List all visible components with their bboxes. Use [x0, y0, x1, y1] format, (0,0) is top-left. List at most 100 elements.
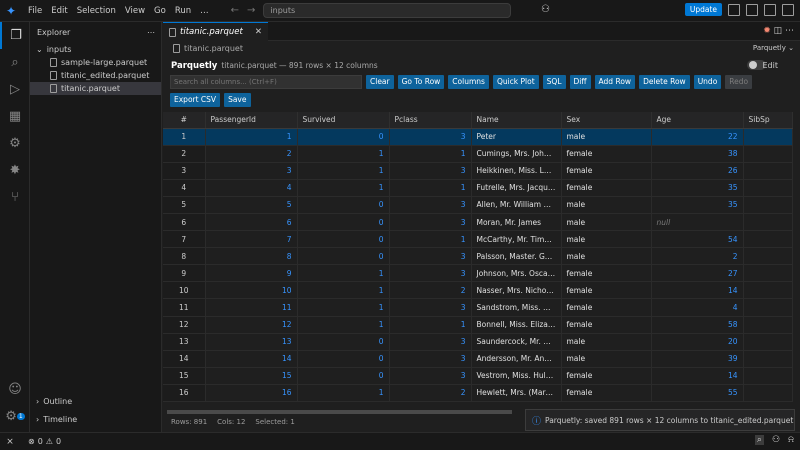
table-row[interactable]: 141403Andersson, Mr. Anders J...male39	[163, 350, 793, 368]
table-cell[interactable]: 3	[389, 128, 472, 146]
table-cell[interactable]: male	[561, 196, 652, 214]
table-row[interactable]: 4411Futrelle, Mrs. Jacques H...female35	[163, 179, 793, 197]
table-cell[interactable]: male	[561, 213, 652, 232]
clear-button[interactable]: Clear	[366, 75, 394, 89]
column-header[interactable]: SibSp	[743, 112, 793, 129]
breadcrumb-file[interactable]: titanic.parquet	[184, 44, 243, 53]
menu-selection[interactable]: Selection	[77, 6, 116, 16]
table-cell[interactable]: male	[561, 333, 652, 351]
table-cell[interactable]: female	[561, 316, 652, 334]
table-row[interactable]: 2211Cumings, Mrs. John Bra...female38	[163, 145, 793, 163]
menu-go[interactable]: Go	[154, 6, 166, 16]
table-row[interactable]: 111113Sandstrom, Miss. Margu...female4	[163, 298, 793, 317]
table-cell[interactable]: 3	[389, 162, 472, 180]
table-cell[interactable]	[743, 145, 793, 163]
table-cell[interactable]: 1	[297, 316, 390, 334]
table-cell[interactable]: Johnson, Mrs. Oscar W (...	[471, 264, 562, 283]
table-cell[interactable]: 38	[651, 145, 744, 163]
table-row[interactable]: 1 1 0 3 Peter male 22	[163, 128, 793, 146]
table-cell[interactable]	[743, 179, 793, 197]
table-cell[interactable]: Cumings, Mrs. John Bra...	[471, 145, 562, 163]
table-row[interactable]: 9913Johnson, Mrs. Oscar W (...female27	[163, 264, 793, 283]
toggle-secondary-sidebar-icon[interactable]	[764, 3, 776, 16]
table-row[interactable]: 5 5 0 3 Allen, Mr. William Henry male 35	[163, 196, 793, 214]
table-cell[interactable]: 4	[205, 179, 298, 197]
row-index-cell[interactable]: 6	[163, 213, 206, 232]
table-cell[interactable]: 3	[389, 213, 472, 232]
table-cell[interactable]: female	[561, 179, 652, 197]
table-cell[interactable]: 22	[651, 128, 744, 146]
menu-view[interactable]: View	[125, 6, 145, 16]
table-cell[interactable]: female	[561, 264, 652, 283]
table-cell[interactable]	[743, 230, 793, 249]
table-cell[interactable]: female	[561, 145, 652, 163]
table-cell[interactable]: Nasser, Mrs. Nicholas (A...	[471, 281, 562, 300]
run-debug-icon[interactable]: ▷	[0, 76, 30, 103]
table-row[interactable]: 15 15 0 3 Vestrom, Miss. Hulda A... female 14	[163, 367, 793, 385]
table-cell[interactable]	[743, 264, 793, 283]
columns-button[interactable]: Columns	[448, 75, 489, 89]
table-row[interactable]: 131303Saundercock, Mr. Willia...male20	[163, 333, 793, 351]
table-cell[interactable]: 2	[205, 145, 298, 163]
table-cell[interactable]: 2	[389, 384, 472, 403]
remote-icon[interactable]: ⨯	[0, 437, 20, 447]
table-cell[interactable]	[743, 350, 793, 368]
table-cell[interactable]: Sandstrom, Miss. Margu...	[471, 298, 562, 317]
redo-button[interactable]: Redo	[725, 75, 753, 89]
table-cell[interactable]	[743, 247, 793, 266]
scrollbar-thumb[interactable]	[167, 410, 512, 414]
table-cell[interactable]: 58	[651, 316, 744, 334]
menu-edit[interactable]: Edit	[51, 6, 67, 16]
table-cell[interactable]: 8	[205, 247, 298, 266]
table-cell[interactable]: 3	[389, 367, 472, 385]
table-cell[interactable]: 12	[205, 316, 298, 334]
table-cell[interactable]: female	[561, 384, 652, 403]
toggle-panel-icon[interactable]	[746, 3, 758, 16]
zoom-icon[interactable]: ⌕	[754, 435, 764, 445]
table-row[interactable]: 3 3 1 3 Heikkinen, Miss. Laina female 26	[163, 162, 793, 180]
table-cell[interactable]: 10	[205, 281, 298, 300]
table-cell[interactable]: 1	[389, 230, 472, 249]
table-cell[interactable]: 0	[297, 213, 390, 232]
quick-plot-button[interactable]: Quick Plot	[492, 75, 539, 89]
table-cell[interactable]: Vestrom, Miss. Hulda A...	[471, 367, 562, 385]
table-cell[interactable]: male	[561, 230, 652, 249]
copilot-status-icon[interactable]: ⚇	[772, 435, 780, 445]
table-cell[interactable]: female	[561, 162, 652, 180]
account-icon[interactable]: ☺	[0, 376, 30, 403]
customize-layout-icon[interactable]	[782, 3, 794, 16]
table-cell[interactable]: 0	[297, 350, 390, 368]
table-cell[interactable]: 2	[651, 247, 744, 266]
table-cell[interactable]: 35	[651, 179, 744, 197]
bell-icon[interactable]: ⍾	[788, 435, 794, 445]
table-cell[interactable]: Moran, Mr. James	[471, 213, 562, 232]
column-header[interactable]: Pclass	[389, 112, 472, 129]
table-row[interactable]: 161612Hewlett, Mrs. (Mary D Ki...female5…	[163, 384, 793, 403]
row-index-cell[interactable]: 8	[163, 247, 206, 266]
menu-more[interactable]: …	[200, 6, 209, 16]
row-index-cell[interactable]: 1	[163, 128, 206, 146]
row-index-cell[interactable]: 10	[163, 281, 206, 300]
table-row[interactable]: 6 6 0 3 Moran, Mr. James male null	[163, 213, 793, 232]
table-cell[interactable]: Saundercock, Mr. Willia...	[471, 333, 562, 351]
command-center-search[interactable]: inputs	[263, 3, 512, 18]
table-cell[interactable]: female	[561, 281, 652, 300]
table-cell[interactable]: 0	[297, 247, 390, 266]
close-icon[interactable]: ✕	[255, 27, 262, 37]
more-actions-icon[interactable]: ⋯	[785, 26, 794, 36]
table-cell[interactable]: male	[561, 247, 652, 266]
sparkle-action-icon[interactable]: ✹	[763, 26, 771, 36]
file-item[interactable]: sample-large.parquet	[30, 56, 161, 69]
table-cell[interactable]: 54	[651, 230, 744, 249]
table-cell[interactable]: 9	[205, 264, 298, 283]
table-cell[interactable]: 3	[389, 264, 472, 283]
table-cell[interactable]: 26	[651, 162, 744, 180]
row-index-cell[interactable]: 4	[163, 179, 206, 197]
sql-button[interactable]: SQL	[542, 75, 566, 89]
table-cell[interactable]: 27	[651, 264, 744, 283]
table-cell[interactable]: 3	[389, 196, 472, 214]
table-row[interactable]: 101012Nasser, Mrs. Nicholas (A...female1…	[163, 281, 793, 300]
table-cell[interactable]: 1	[297, 162, 390, 180]
extensions-icon[interactable]: ▦	[0, 103, 30, 130]
column-header[interactable]: Age	[651, 112, 744, 129]
